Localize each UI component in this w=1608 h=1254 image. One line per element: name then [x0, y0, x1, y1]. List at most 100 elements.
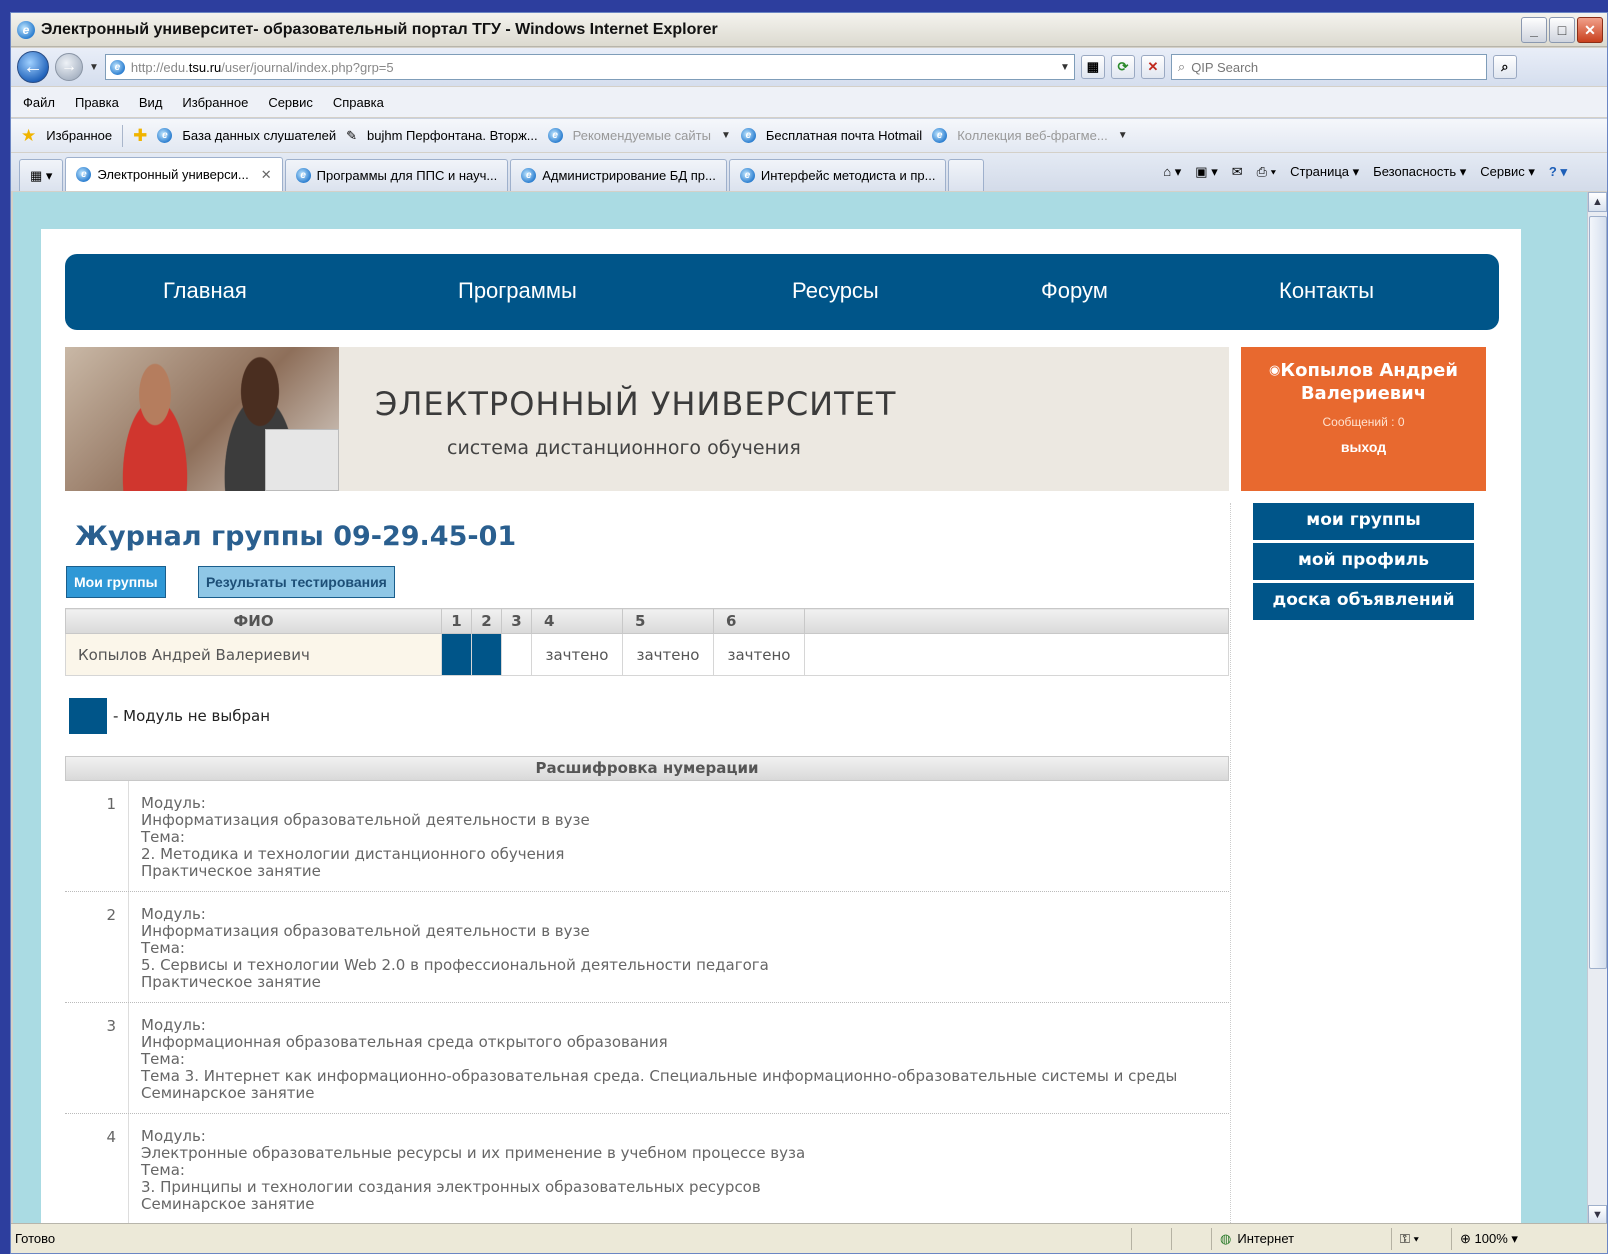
close-button[interactable]: ✕: [1577, 17, 1603, 43]
tab-2[interactable]: e Программы для ППС и науч...: [284, 159, 509, 191]
numbering-decode: Расшифровка нумерации 1 Модуль: Информати…: [65, 756, 1229, 1225]
favorites-star-icon: ★: [21, 125, 37, 145]
stop-icon[interactable]: ✕: [1140, 55, 1165, 79]
journal-header-row: ФИО 1 2 3 4 5 6: [65, 608, 1229, 634]
nav-home[interactable]: Главная: [163, 278, 247, 304]
scroll-down-icon[interactable]: ▼: [1588, 1205, 1607, 1225]
cell-grade: зачтено: [713, 633, 805, 676]
fav-link-5[interactable]: Коллекция веб-фрагме...: [957, 128, 1107, 143]
tab-close-icon[interactable]: ✕: [261, 167, 272, 183]
maximize-button[interactable]: □: [1549, 17, 1575, 43]
tab-4[interactable]: e Интерфейс методиста и пр...: [728, 159, 947, 191]
fav-link-1[interactable]: База данных слушателей: [182, 128, 336, 143]
add-favorite-icon[interactable]: ✚: [133, 126, 147, 146]
url-text: http://edu.tsu.ru/user/journal/index.php…: [130, 59, 394, 75]
tab-3[interactable]: e Администрирование БД пр...: [510, 159, 727, 191]
user-name[interactable]: ◉Копылов Андрей Валериевич: [1241, 359, 1486, 405]
menu-help[interactable]: Справка: [333, 95, 384, 110]
menu-view[interactable]: Вид: [139, 95, 163, 110]
decode-header: Расшифровка нумерации: [65, 756, 1229, 781]
refresh-icon[interactable]: ⟳: [1110, 55, 1135, 79]
scroll-thumb[interactable]: [1589, 216, 1607, 969]
menu-tools[interactable]: Сервис: [268, 95, 313, 110]
fav-pencil-icon: ✎: [346, 127, 357, 143]
messages-count[interactable]: Сообщений : 0: [1241, 415, 1486, 429]
my-groups-button[interactable]: Мои группы: [66, 566, 166, 598]
chevron-down-icon[interactable]: ▼: [1118, 130, 1128, 141]
status-text: Готово: [15, 1231, 56, 1246]
fav-page-icon: e: [157, 128, 173, 143]
fav-link-4[interactable]: Бесплатная почта Hotmail: [766, 128, 922, 143]
back-button[interactable]: ←: [17, 51, 49, 83]
cell-not-selected: [441, 633, 472, 676]
menu-edit[interactable]: Правка: [75, 95, 119, 110]
nav-forum[interactable]: Форум: [1041, 278, 1108, 304]
search-go-icon[interactable]: ⌕: [1492, 55, 1517, 79]
cell-grade: зачтено: [531, 633, 623, 676]
fav-page-icon: e: [547, 128, 563, 143]
col-6: 6: [713, 608, 805, 634]
url-dropdown-icon[interactable]: ▼: [1060, 62, 1070, 73]
chevron-down-icon[interactable]: ▼: [721, 130, 731, 141]
test-results-button[interactable]: Результаты тестирования: [198, 566, 395, 598]
menu-file[interactable]: Файл: [23, 95, 55, 110]
user-box: ◉Копылов Андрей Валериевич Сообщений : 0…: [1241, 347, 1486, 491]
side-my-groups[interactable]: мои группы: [1253, 503, 1474, 540]
forward-button[interactable]: →: [55, 53, 83, 81]
tools-menu[interactable]: Сервис ▾: [1480, 164, 1535, 180]
safety-menu[interactable]: Безопасность ▾: [1373, 164, 1466, 180]
side-my-profile[interactable]: мой профиль: [1253, 543, 1474, 580]
address-bar: ← → ▼ e http://edu.tsu.ru/user/journal/i…: [11, 48, 1607, 86]
banner-subtitle: система дистанционного обучения: [447, 437, 801, 459]
nav-contacts[interactable]: Контакты: [1279, 278, 1374, 304]
help-icon[interactable]: ? ▾: [1549, 164, 1567, 180]
menu-favorites[interactable]: Избранное: [182, 95, 248, 110]
page-menu[interactable]: Страница ▾: [1290, 164, 1359, 180]
minimize-button[interactable]: _: [1521, 17, 1547, 43]
compatibility-icon[interactable]: ▦: [1080, 55, 1105, 79]
col-3: 3: [501, 608, 532, 634]
url-input[interactable]: e http://edu.tsu.ru/user/journal/index.p…: [104, 54, 1075, 80]
mail-icon[interactable]: ✉: [1232, 164, 1243, 180]
new-tab-button[interactable]: [948, 159, 985, 191]
zoom-icon: ⊕: [1460, 1230, 1471, 1246]
status-bar: Готово ◍ Интернет ⚿ ▾ ⊕ 100% ▾: [11, 1223, 1607, 1253]
nav-programs[interactable]: Программы: [458, 278, 577, 304]
command-bar: ⌂ ▾ ▣ ▾ ✉ ⎙ ▾ Страница ▾ Безопасность ▾ …: [1163, 157, 1567, 187]
page-title: Журнал группы 09-29.45-01: [75, 521, 517, 552]
side-board[interactable]: доска объявлений: [1253, 583, 1474, 620]
zone-indicator[interactable]: ◍ Интернет: [1211, 1227, 1391, 1250]
nav-resources[interactable]: Ресурсы: [792, 278, 879, 304]
history-dropdown-icon[interactable]: ▼: [89, 62, 99, 73]
search-input[interactable]: ⌕ QIP Search: [1170, 54, 1487, 80]
feeds-icon[interactable]: ▣ ▾: [1195, 164, 1217, 180]
page-viewport: Главная Программы Ресурсы Форум Контакты…: [13, 192, 1587, 1225]
student-name[interactable]: Копылов Андрей Валериевич: [65, 633, 442, 676]
quick-tabs-button[interactable]: ▦ ▾: [19, 159, 64, 191]
side-menu: мои группы мой профиль доска объявлений: [1253, 503, 1474, 623]
legend-text: - Модуль не выбран: [113, 707, 271, 725]
tab-page-icon: e: [295, 168, 311, 183]
header-banner: ЭЛЕКТРОННЫЙ УНИВЕРСИТЕТ система дистанци…: [65, 347, 1229, 491]
logout-link[interactable]: выход: [1241, 439, 1486, 455]
fav-link-3[interactable]: Рекомендуемые сайты: [573, 128, 711, 143]
tab-active[interactable]: e Электронный универси... ✕: [65, 157, 283, 191]
tab-bar: ▦ ▾ e Электронный универси... ✕ e Програм…: [11, 153, 1607, 191]
window-title: Электронный университет- образовательный…: [41, 20, 718, 38]
zoom-control[interactable]: ⊕ 100% ▾: [1451, 1227, 1561, 1250]
protected-mode-icon[interactable]: ⚿ ▾: [1391, 1227, 1451, 1250]
vertical-scrollbar[interactable]: ▲ ▼: [1587, 192, 1607, 1225]
title-bar: e Электронный университет- образовательн…: [11, 13, 1607, 47]
fav-page-icon: e: [932, 128, 948, 143]
fav-link-2[interactable]: bujhm Перфонтана. Вторж...: [367, 128, 538, 143]
scroll-up-icon[interactable]: ▲: [1588, 192, 1607, 212]
col-1: 1: [441, 608, 472, 634]
legend: - Модуль не выбран: [69, 698, 270, 734]
user-icon: ◉: [1269, 363, 1281, 378]
col-5: 5: [622, 608, 714, 634]
print-icon[interactable]: ⎙ ▾: [1257, 164, 1276, 180]
page-icon: e: [109, 59, 125, 75]
favorites-button[interactable]: Избранное: [46, 128, 112, 143]
home-icon[interactable]: ⌂ ▾: [1163, 164, 1181, 180]
tab-page-icon: e: [739, 168, 755, 183]
